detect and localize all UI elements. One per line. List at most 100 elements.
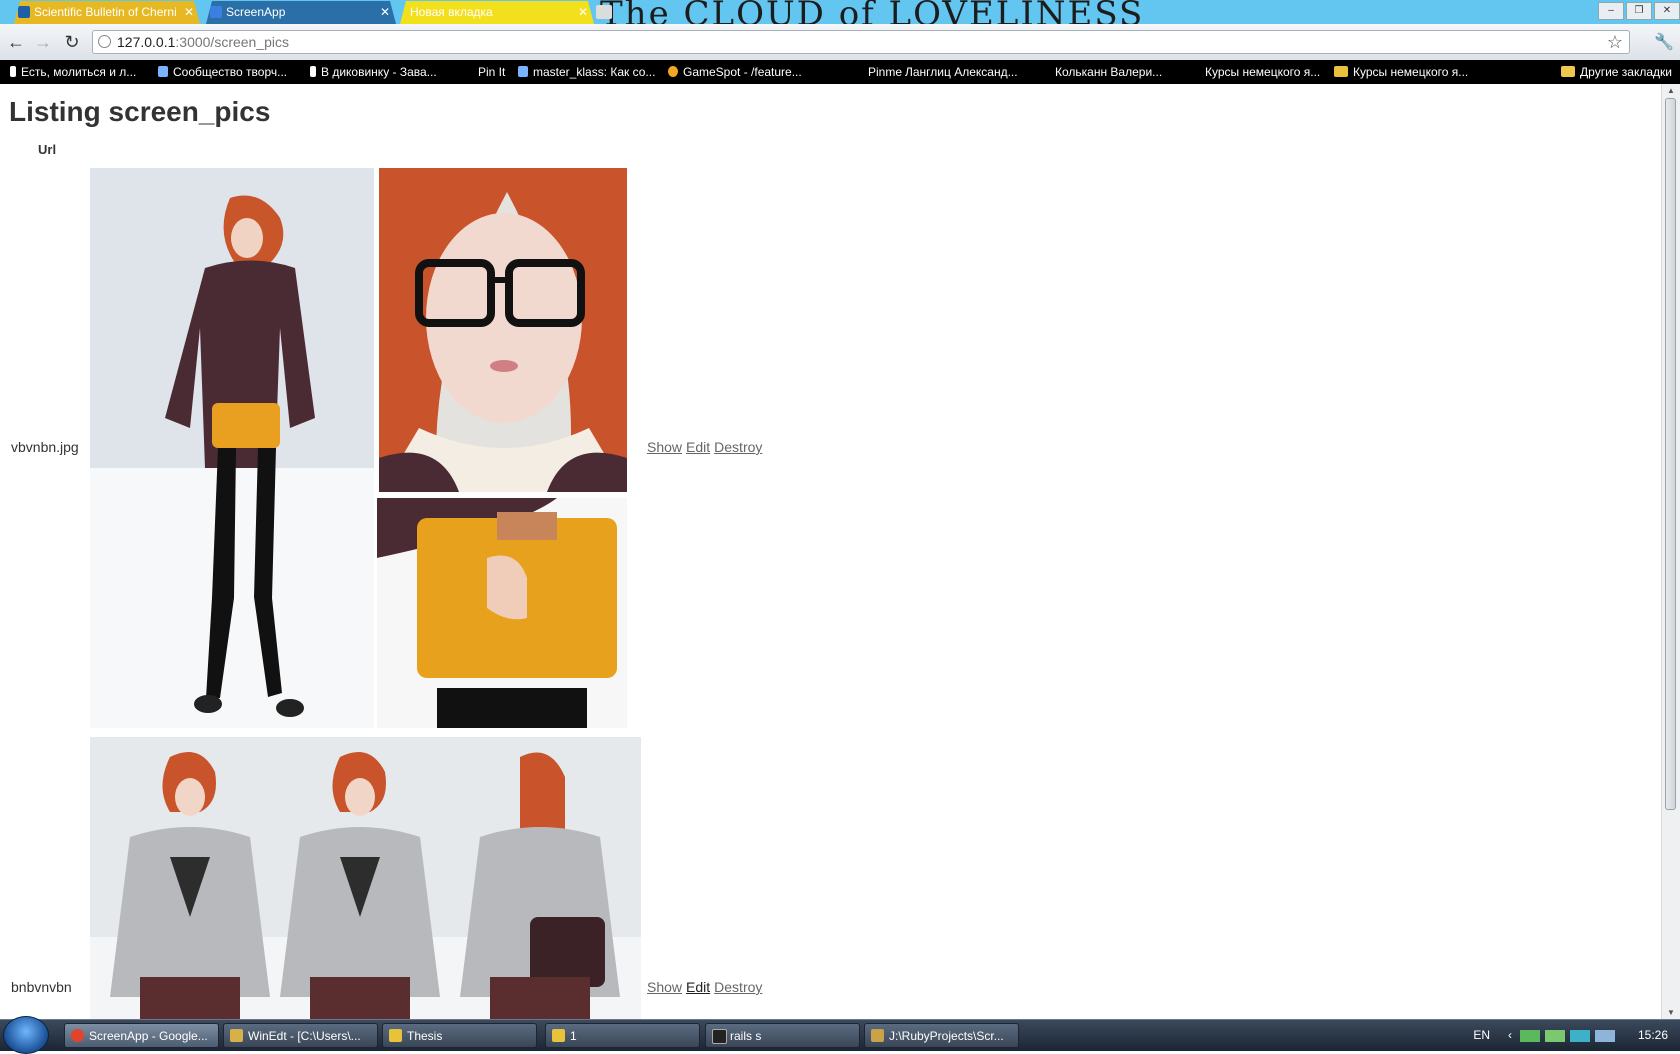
bookmark-item[interactable]: Ланглиц Александ...	[905, 60, 1018, 84]
vertical-scrollbar[interactable]: ▲ ▼	[1661, 84, 1680, 1019]
column-header-url: Url	[38, 142, 57, 157]
other-bookmarks[interactable]: Другие закладки	[1561, 60, 1672, 84]
taskbar-item-console[interactable]: rails s	[705, 1023, 860, 1048]
bookmark-label: В диковинку - Зава...	[321, 65, 437, 79]
bookmark-item[interactable]: Есть, молиться и л...	[10, 60, 136, 84]
folder-icon	[1561, 66, 1576, 77]
close-tab-icon[interactable]: ✕	[184, 1, 194, 24]
tab-scientific-bulletin[interactable]: Scientific Bulletin of Cherni ✕	[14, 1, 200, 24]
page-content: Listing screen_pics Url vbvnbn.jpg Show …	[0, 84, 1662, 1019]
address-path: :3000/screen_pics	[175, 34, 290, 50]
bookmark-item[interactable]: Кольканн Валери...	[1055, 60, 1162, 84]
address-host: 127.0.0.1	[117, 34, 176, 50]
photo-face-closeup	[379, 168, 627, 492]
scroll-thumb[interactable]	[1665, 98, 1676, 810]
taskbar-label: WinEdt - [C:\Users\...	[248, 1029, 361, 1043]
wrench-icon[interactable]: 🔧	[1654, 32, 1674, 52]
show-link[interactable]: Show	[647, 439, 682, 455]
bookmark-item[interactable]: Курсы немецкого я...	[1334, 60, 1468, 84]
folder-site-icon	[1334, 66, 1348, 77]
chrome-icon	[71, 1029, 84, 1042]
bookmark-label: GameSpot - /feature...	[683, 65, 802, 79]
wallpaper-text: The CLOUD of LOVELINESS	[600, 0, 1145, 24]
taskbar-item-explorer[interactable]: J:\RubyProjects\Scr...	[864, 1023, 1019, 1048]
browser-toolbar: ← → ↻ 127.0.0.1:3000/screen_pics ☆ 🔧	[0, 24, 1680, 61]
close-window-button[interactable]: ✕	[1654, 2, 1680, 20]
row-actions: Show Edit Destroy	[647, 979, 766, 995]
pen-icon	[518, 66, 528, 77]
tab-title: Scientific Bulletin of Cherni	[34, 5, 177, 19]
tab-title: Новая вкладка	[410, 5, 493, 19]
bookmark-item[interactable]: Pin It	[478, 60, 505, 84]
bookmark-label: Pin It	[478, 65, 506, 79]
folder-icon	[552, 1029, 565, 1042]
pen-icon	[158, 66, 168, 77]
photo-shorts-illustration	[377, 498, 627, 728]
bookmark-star-icon[interactable]: ☆	[1607, 31, 1623, 53]
window-controls: – ❐ ✕	[1596, 0, 1680, 20]
windows-taskbar: ScreenApp - Google... WinEdt - [C:\Users…	[0, 1016, 1680, 1054]
tray-icons[interactable]	[1520, 1030, 1620, 1042]
back-button[interactable]: ←	[5, 31, 27, 53]
photo-face-illustration	[379, 168, 627, 492]
show-link[interactable]: Show	[647, 979, 682, 995]
tab-screenapp[interactable]: ScreenApp ✕	[206, 1, 396, 24]
clock[interactable]: 15:26	[1638, 1028, 1668, 1042]
bookmark-label: Pinme	[868, 65, 903, 79]
destroy-link[interactable]: Destroy	[714, 979, 762, 995]
bookmark-item[interactable]: master_klass: Как со...	[518, 60, 655, 84]
scroll-down-arrow-icon[interactable]: ▼	[1667, 1008, 1675, 1017]
row-url: bnbvnvbn	[11, 979, 72, 995]
bookmark-item[interactable]: Курсы немецкого я...	[1205, 60, 1320, 84]
bookmark-item[interactable]: Сообщество творч...	[158, 60, 287, 84]
photo-shorts-detail	[377, 498, 627, 728]
close-tab-icon[interactable]: ✕	[380, 1, 390, 24]
taskbar-item-winedt[interactable]: WinEdt - [C:\Users\...	[223, 1023, 378, 1048]
bookmark-label: Курсы немецкого я...	[1205, 65, 1321, 79]
minimize-button[interactable]: –	[1598, 2, 1624, 20]
row-actions: Show Edit Destroy	[647, 439, 766, 455]
scroll-up-arrow-icon[interactable]: ▲	[1667, 86, 1675, 95]
page-icon	[210, 6, 222, 18]
tray-expand-icon[interactable]: ‹	[1508, 1028, 1512, 1042]
bookmark-label: Ланглиц Александ...	[905, 65, 1018, 79]
book-icon	[18, 6, 30, 18]
console-icon	[712, 1029, 727, 1044]
taskbar-item-chrome[interactable]: ScreenApp - Google...	[64, 1023, 219, 1048]
photo-full-body	[90, 168, 374, 728]
taskbar-label: 1	[570, 1029, 577, 1043]
tab-new-tab[interactable]: Новая вкладка ✕	[400, 1, 594, 24]
bookmark-label: Есть, молиться и л...	[21, 65, 137, 79]
destroy-link[interactable]: Destroy	[714, 439, 762, 455]
bookmark-label: Сообщество творч...	[173, 65, 288, 79]
edit-link[interactable]: Edit	[686, 439, 710, 455]
restore-button[interactable]: ❐	[1626, 2, 1652, 20]
bookmark-item[interactable]: GameSpot - /feature...	[668, 60, 802, 84]
title-bar: The CLOUD of LOVELINESS Scientific Bulle…	[0, 0, 1680, 24]
bookmark-label: Курсы немецкого я...	[1353, 65, 1469, 79]
page-title: Listing screen_pics	[9, 96, 271, 127]
new-tab-button[interactable]	[596, 5, 612, 19]
taskbar-item-thesis[interactable]: Thesis	[382, 1023, 537, 1048]
start-button[interactable]	[3, 1016, 49, 1054]
bookmark-label: Кольканн Валери...	[1055, 65, 1163, 79]
photo-three-poses	[90, 737, 641, 1019]
taskbar-label: ScreenApp - Google...	[89, 1029, 208, 1043]
close-tab-icon[interactable]: ✕	[578, 1, 588, 24]
bookmark-item[interactable]: В диковинку - Зава...	[310, 60, 437, 84]
bookmark-label: Другие закладки	[1580, 65, 1672, 79]
taskbar-label: Thesis	[407, 1029, 443, 1043]
bookmark-label: master_klass: Как со...	[533, 65, 656, 79]
gamespot-icon	[668, 66, 678, 77]
bookmark-item[interactable]: Pinme	[868, 60, 902, 84]
taskbar-item-folder-1[interactable]: 1	[545, 1023, 700, 1048]
explorer-icon	[871, 1029, 884, 1042]
address-bar[interactable]: 127.0.0.1:3000/screen_pics ☆	[92, 30, 1630, 54]
taskbar-label: J:\RubyProjects\Scr...	[889, 1029, 1004, 1043]
reload-button[interactable]: ↻	[61, 31, 83, 53]
globe-icon	[98, 35, 111, 48]
address-text[interactable]: 127.0.0.1:3000/screen_pics	[117, 34, 289, 50]
forward-button[interactable]: →	[32, 31, 54, 53]
edit-link[interactable]: Edit	[686, 979, 710, 995]
language-indicator[interactable]: EN	[1473, 1028, 1490, 1042]
